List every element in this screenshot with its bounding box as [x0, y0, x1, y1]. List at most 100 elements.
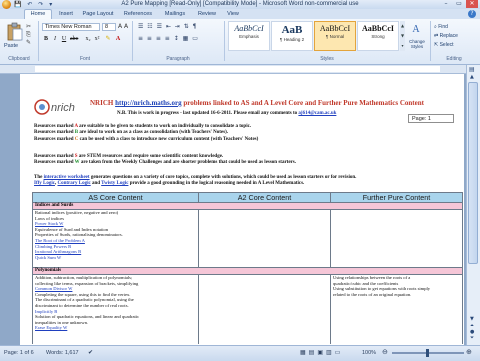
highlight-icon[interactable]: ✎: [104, 35, 112, 43]
replace-button[interactable]: ⇄ Replace: [434, 33, 458, 39]
zoom-out-icon[interactable]: ⊖: [382, 348, 388, 356]
subscript-button[interactable]: x₂: [84, 35, 92, 43]
help-icon[interactable]: ?: [468, 10, 476, 18]
style-emphasis[interactable]: AaBbCcI Emphasis: [228, 21, 270, 51]
tab-references[interactable]: References: [120, 10, 156, 19]
email-link[interactable]: aj614@cam.ac.uk: [298, 111, 336, 116]
bold-button[interactable]: B: [42, 35, 50, 43]
cell-a2-core: [198, 209, 331, 268]
alignment-icons[interactable]: ≡ ≡ ≡ ≡ ↕ ▦ ▭: [138, 35, 199, 42]
word-count[interactable]: Words: 1,617: [46, 350, 79, 356]
italic-button[interactable]: I: [51, 35, 59, 43]
header-as-core: AS Core Content: [32, 192, 199, 203]
resource-link[interactable]: Erase Equality W: [35, 325, 196, 331]
table-row: Rational indices (positive, negative and…: [32, 209, 463, 268]
scroll-down-icon[interactable]: ▼: [470, 316, 474, 322]
select-label: Select: [439, 42, 454, 48]
separator: [132, 21, 133, 61]
twisty-logic-link[interactable]: Twisty Logic: [101, 181, 128, 186]
superscript-button[interactable]: x²: [93, 35, 101, 43]
underline-button[interactable]: U: [60, 35, 68, 43]
proofing-icon[interactable]: ✔: [88, 349, 93, 356]
style-name: Strong: [371, 34, 385, 39]
content-table: AS Core Content A2 Core Content Further …: [32, 192, 463, 344]
scroll-up-icon[interactable]: ▲: [470, 74, 474, 80]
style-normal[interactable]: AaBbCcI ¶ Normal: [314, 21, 356, 51]
page-count[interactable]: Page: 1 of 6: [4, 350, 34, 356]
style-name: ¶ Normal: [325, 34, 345, 39]
list-icons[interactable]: ☰ ☷ ☰ ⇤ ⇥ ⇅ ¶: [138, 23, 197, 30]
minimize-button[interactable]: –: [440, 0, 452, 8]
svg-text:nrich: nrich: [51, 102, 75, 114]
select-icon: ⇱: [434, 42, 439, 48]
worksheet-paragraph: The interactive worksheet generates ques…: [34, 175, 356, 188]
next-page-icon[interactable]: ⏷: [470, 335, 474, 341]
style-sample: AaBbCcI: [361, 24, 394, 33]
zoom-level[interactable]: 100%: [362, 350, 376, 356]
strikethrough-button[interactable]: abc: [70, 35, 78, 43]
tab-view[interactable]: View: [222, 10, 244, 19]
zoom-in-icon[interactable]: ⊕: [466, 348, 472, 356]
subtitle-text: N.B. This is work in progress - last upd…: [117, 111, 299, 116]
styles-scroll-arrows[interactable]: ▲ ▼ ▾: [400, 21, 405, 51]
style-name: Emphasis: [239, 34, 259, 39]
find-button[interactable]: ⌕ Find: [434, 24, 448, 30]
cell-as-core: Rational indices (positive, negative and…: [32, 209, 199, 268]
tab-review[interactable]: Review: [194, 10, 220, 19]
style-strong[interactable]: AaBbCcI Strong: [357, 21, 399, 51]
change-styles-icon[interactable]: A: [407, 24, 425, 35]
table-header-row: AS Core Content A2 Core Content Further …: [32, 192, 463, 203]
style-sample: AaBbCcI: [319, 24, 351, 33]
resource-line-w: Resources marked W are taken from the We…: [34, 160, 296, 166]
close-button[interactable]: ✕: [466, 0, 478, 8]
horizontal-ruler[interactable]: [0, 65, 480, 74]
paste-icon[interactable]: [6, 22, 24, 42]
logic-line: Iffy Logic, Contrary Logic and Twisty Lo…: [34, 181, 305, 187]
font-color-icon[interactable]: A: [114, 35, 122, 43]
cell-a2-core: [198, 274, 331, 344]
heading-prefix: NRICH: [90, 99, 116, 107]
tab-insert[interactable]: Insert: [54, 10, 78, 19]
section-row: Indices and Surds: [32, 202, 463, 210]
section-title-indices: Indices and Surds: [32, 202, 463, 210]
font-group-label: Font: [79, 56, 90, 62]
maximize-button[interactable]: ▭: [453, 0, 465, 8]
separator: [38, 21, 39, 61]
font-name-box[interactable]: Times New Roman: [42, 23, 100, 31]
nrich-link[interactable]: http://nrich.maths.org: [115, 99, 182, 107]
grow-shrink-font-icons[interactable]: A A: [118, 23, 128, 30]
resource-link[interactable]: Quick Sum W: [35, 255, 196, 261]
paste-button[interactable]: Paste: [4, 43, 18, 49]
replace-label: Replace: [439, 33, 458, 39]
tab-page-layout[interactable]: Page Layout: [80, 10, 116, 19]
separator: [430, 21, 431, 61]
tab-mailings[interactable]: Mailings: [160, 10, 190, 19]
font-size-box[interactable]: 8: [102, 23, 116, 31]
ruler-toggle-icon[interactable]: ▤: [469, 66, 475, 73]
nrich-logo: nrich: [33, 98, 85, 116]
heading-suffix: problems linked to AS and A Level Core a…: [181, 99, 424, 107]
find-icon: ⌕: [434, 24, 437, 30]
view-buttons[interactable]: ▦▤▣▥▭: [300, 349, 343, 356]
find-label: Find: [438, 24, 448, 30]
section-row: Polynomials: [32, 267, 463, 275]
scrollbar-thumb[interactable]: [468, 82, 478, 264]
style-heading-2[interactable]: AaB ¶ Heading 2: [271, 21, 313, 51]
select-button[interactable]: ⇱ Select: [434, 42, 454, 48]
style-sample: AaBbCcI: [234, 24, 264, 33]
ruler-text-area: [35, 66, 440, 72]
section-title-polynomials: Polynomials: [32, 267, 463, 275]
clipboard-small-icons[interactable]: ✂ ⎘ ✎: [26, 23, 31, 47]
iffy-logic-link[interactable]: Iffy Logic: [34, 181, 55, 186]
zoom-slider-thumb[interactable]: [426, 349, 429, 357]
editing-group-label: Editing: [446, 56, 462, 62]
style-sample: AaB: [281, 24, 303, 36]
resource-legend: Resources marked A are suitable to be gi…: [34, 124, 258, 143]
contrary-logic-link[interactable]: Contrary Logic: [57, 181, 90, 186]
page-tooltip: Page: 1: [408, 114, 454, 123]
tab-home[interactable]: Home: [24, 9, 52, 19]
interactive-worksheet-link[interactable]: interactive worksheet: [44, 175, 90, 180]
styles-group-label: Styles: [320, 56, 334, 62]
change-styles-button[interactable]: Change Styles: [406, 39, 428, 49]
content-table-wrap: AS Core Content A2 Core Content Further …: [32, 192, 464, 344]
